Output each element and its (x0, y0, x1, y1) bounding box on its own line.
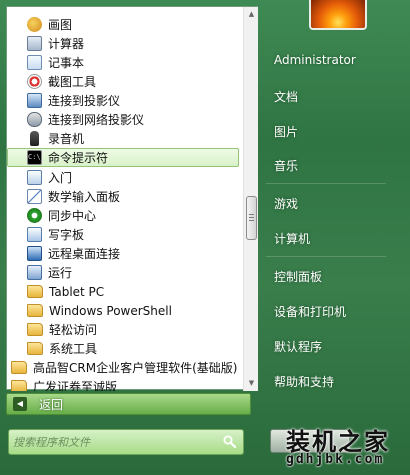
remote-desktop-icon (27, 246, 42, 261)
sync-center-icon (27, 208, 42, 223)
program-label: 入门 (48, 171, 73, 185)
search-box[interactable] (8, 429, 244, 455)
run-icon (27, 265, 42, 280)
grip-icon (249, 214, 254, 222)
right-item-games[interactable]: 游戏 (274, 195, 298, 212)
search-input[interactable] (13, 433, 209, 451)
programs-scrollbar[interactable]: ▲ ▼ (243, 7, 258, 391)
folder-icon (27, 323, 43, 336)
calculator-icon (27, 36, 42, 51)
right-item-control-panel[interactable]: 控制面板 (274, 268, 322, 285)
program-item-projector[interactable]: 连接到投影仪 (27, 91, 120, 110)
projector-icon (27, 93, 42, 108)
right-item-music[interactable]: 音乐 (274, 157, 298, 174)
right-item-default-programs[interactable]: 默认程序 (274, 338, 322, 355)
divider (266, 256, 386, 257)
network-projector-icon (27, 112, 42, 127)
paint-icon (27, 17, 42, 32)
program-label: 连接到网络投影仪 (48, 113, 145, 127)
program-label: 画图 (48, 18, 73, 32)
watermark-url: gdhjbk.com (286, 452, 385, 467)
scroll-down-arrow-icon[interactable]: ▼ (244, 376, 259, 391)
program-label: 写字板 (48, 228, 85, 242)
search-icon[interactable] (223, 435, 236, 448)
program-item-snipping-tool[interactable]: 截图工具 (27, 72, 96, 91)
right-item-documents[interactable]: 文档 (274, 88, 298, 105)
program-label: 轻松访问 (49, 323, 98, 337)
program-label: 系统工具 (49, 342, 98, 356)
getting-started-icon (27, 170, 42, 185)
scrollbar-thumb[interactable] (246, 196, 257, 240)
programs-pane: 画图 计算器 记事本 截图工具 连接到投影仪 连接到网络投影仪 录音机 C:\_… (6, 6, 258, 391)
program-item-network-projector[interactable]: 连接到网络投影仪 (27, 110, 144, 129)
folder-icon (27, 342, 43, 355)
program-label: 连接到投影仪 (48, 94, 121, 108)
start-menu: 画图 计算器 记事本 截图工具 连接到投影仪 连接到网络投影仪 录音机 C:\_… (0, 0, 410, 475)
scroll-up-arrow-icon[interactable]: ▲ (244, 7, 259, 22)
program-label: 高品智CRM企业客户管理软件(基础版) (33, 361, 238, 375)
program-label: 同步中心 (48, 209, 97, 223)
program-item-command-prompt[interactable]: C:\_ 命令提示符 (7, 148, 239, 167)
folder-item-securities[interactable]: 广发证券至诚版 (11, 377, 117, 391)
right-item-pictures[interactable]: 图片 (274, 123, 298, 140)
program-item-paint[interactable]: 画图 (27, 15, 72, 34)
back-button[interactable]: ◀ 返回 (6, 393, 251, 415)
folder-item-ease-of-access[interactable]: 轻松访问 (27, 320, 97, 339)
microphone-icon (30, 131, 39, 146)
right-item-computer[interactable]: 计算机 (274, 230, 310, 247)
program-label: Windows PowerShell (49, 303, 172, 318)
math-input-icon (27, 189, 42, 204)
program-label: 命令提示符 (48, 151, 109, 165)
folder-item-tablet-pc[interactable]: Tablet PC (27, 282, 104, 301)
program-label: 录音机 (48, 132, 85, 146)
folder-icon (27, 285, 43, 298)
right-item-user[interactable]: Administrator (274, 53, 356, 67)
programs-list: 画图 计算器 记事本 截图工具 连接到投影仪 连接到网络投影仪 录音机 C:\_… (7, 7, 243, 391)
user-picture[interactable] (309, 0, 367, 30)
back-label: 返回 (39, 397, 64, 412)
program-label: 计算器 (48, 37, 85, 51)
command-prompt-icon: C:\_ (27, 150, 45, 165)
program-item-wordpad[interactable]: 写字板 (27, 225, 84, 244)
folder-item-powershell[interactable]: Windows PowerShell (27, 301, 172, 320)
right-item-devices-printers[interactable]: 设备和打印机 (274, 303, 346, 320)
program-label: Tablet PC (49, 284, 105, 299)
back-arrow-icon: ◀ (13, 397, 27, 411)
program-label: 广发证券至诚版 (33, 380, 118, 391)
folder-icon (27, 304, 43, 317)
program-label: 记事本 (48, 56, 85, 70)
program-item-run[interactable]: 运行 (27, 263, 72, 282)
program-item-sound-recorder[interactable]: 录音机 (27, 129, 84, 148)
program-label: 远程桌面连接 (48, 247, 121, 261)
program-item-math-input[interactable]: 数学输入面板 (27, 187, 120, 206)
program-item-sync-center[interactable]: 同步中心 (27, 206, 96, 225)
folder-icon (11, 380, 27, 391)
program-item-remote-desktop[interactable]: 远程桌面连接 (27, 244, 120, 263)
program-label: 数学输入面板 (48, 190, 121, 204)
folder-item-system-tools[interactable]: 系统工具 (27, 339, 97, 358)
snipping-tool-icon (27, 74, 42, 89)
program-item-notepad[interactable]: 记事本 (27, 53, 84, 72)
wordpad-icon (27, 227, 42, 242)
notepad-icon (27, 55, 42, 70)
program-label: 运行 (48, 266, 73, 280)
folder-item-crm[interactable]: 高品智CRM企业客户管理软件(基础版) (11, 358, 237, 377)
right-item-help-support[interactable]: 帮助和支持 (274, 373, 334, 390)
program-item-getting-started[interactable]: 入门 (27, 168, 72, 187)
folder-icon (11, 361, 27, 374)
program-label: 截图工具 (48, 75, 97, 89)
program-item-calculator[interactable]: 计算器 (27, 34, 84, 53)
divider (266, 183, 386, 184)
